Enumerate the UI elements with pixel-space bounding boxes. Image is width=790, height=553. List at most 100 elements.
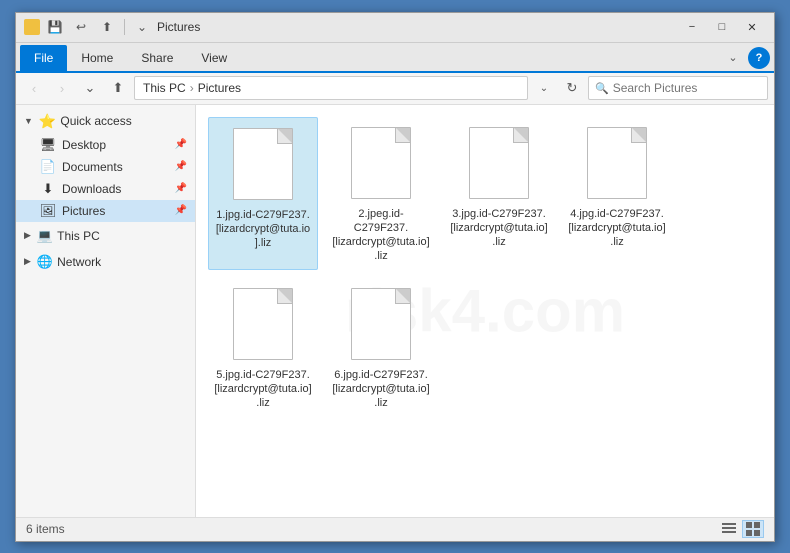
ribbon-chevron-btn[interactable]: ⌄ (722, 47, 744, 69)
file-item-3[interactable]: 3.jpg.id-C279F237.[lizardcrypt@tuta.io].… (444, 117, 554, 270)
help-button[interactable]: ? (748, 47, 770, 69)
file-page-1 (233, 128, 293, 200)
file-item-5[interactable]: 5.jpg.id-C279F237.[lizardcrypt@tuta.io].… (208, 278, 318, 417)
sidebar-section-thispc: ▶ 💻 This PC (16, 224, 195, 248)
title-bar-title: Pictures (157, 20, 200, 34)
file-icon-3 (464, 123, 534, 203)
search-icon: 🔍 (595, 82, 609, 95)
sidebar-item-downloads[interactable]: ⬇ Downloads 📌 (16, 178, 195, 200)
title-bar: 💾 ↩ ⬆ ⌄ Pictures − □ ✕ (16, 13, 774, 43)
file-label-5: 5.jpg.id-C279F237.[lizardcrypt@tuta.io].… (214, 368, 312, 411)
minimize-button[interactable]: − (678, 17, 706, 37)
tab-home[interactable]: Home (67, 45, 127, 71)
path-dropdown-btn[interactable]: ⌄ (532, 76, 556, 100)
sidebar-header-quick-access[interactable]: ▼ ⭐ Quick access (16, 109, 195, 134)
file-label-3: 3.jpg.id-C279F237.[lizardcrypt@tuta.io].… (450, 207, 548, 250)
sidebar-section-network: ▶ 🌐 Network (16, 250, 195, 274)
downloads-icon: ⬇ (40, 181, 56, 197)
file-icon-1 (228, 124, 298, 204)
chevron-right-icon-thispc: ▶ (24, 230, 31, 241)
file-page-6 (351, 288, 411, 360)
thispc-label: This PC (57, 229, 100, 243)
title-bar-left: 💾 ↩ ⬆ ⌄ Pictures (24, 16, 678, 38)
close-button[interactable]: ✕ (738, 17, 766, 37)
downloads-label: Downloads (62, 182, 121, 196)
file-page-4 (587, 127, 647, 199)
dropdown-history-button[interactable]: ⌄ (78, 76, 102, 100)
qa-undo-btn[interactable]: ↩ (70, 16, 92, 38)
file-page-3 (469, 127, 529, 199)
sidebar-item-desktop[interactable]: 🖥 Desktop 📌 (16, 134, 195, 156)
title-bar-controls: − □ ✕ (678, 17, 766, 37)
desktop-icon: 🖥 (40, 137, 56, 153)
qa-down-btn[interactable]: ⌄ (131, 16, 153, 38)
file-icon-2 (346, 123, 416, 203)
quick-access-label: Quick access (60, 114, 131, 128)
file-grid: 1.jpg.id-C279F237.[lizardcrypt@tuta.io].… (204, 113, 766, 421)
network-label: Network (57, 255, 101, 269)
forward-button[interactable]: › (50, 76, 74, 100)
sidebar-section-quick-access: ▼ ⭐ Quick access 🖥 Desktop 📌 📄 Documents… (16, 109, 195, 222)
sidebar-header-network[interactable]: ▶ 🌐 Network (16, 250, 195, 274)
file-item-2[interactable]: 2.jpeg.id-C279F237.[lizardcrypt@tuta.io]… (326, 117, 436, 270)
status-item-count: 6 items (26, 522, 718, 536)
path-thispc: This PC (143, 81, 186, 95)
path-sep-1: › (190, 81, 194, 95)
view-icons (718, 520, 764, 538)
view-list-button[interactable] (718, 520, 740, 538)
search-input[interactable] (613, 81, 768, 95)
refresh-button[interactable]: ↻ (560, 76, 584, 100)
window: 💾 ↩ ⬆ ⌄ Pictures − □ ✕ File Home Share V… (15, 12, 775, 542)
sidebar-item-pictures[interactable]: 🖼 Pictures 📌 (16, 200, 195, 222)
pin-icon-downloads: 📌 (175, 183, 187, 194)
title-bar-folder-icon (24, 19, 40, 35)
address-path[interactable]: This PC › Pictures (134, 76, 528, 100)
tab-share[interactable]: Share (127, 45, 187, 71)
tab-view[interactable]: View (187, 45, 241, 71)
file-label-1: 1.jpg.id-C279F237.[lizardcrypt@tuta.io].… (215, 208, 311, 251)
thispc-icon: 💻 (37, 228, 53, 244)
file-item-6[interactable]: 6.jpg.id-C279F237.[lizardcrypt@tuta.io].… (326, 278, 436, 417)
file-icon-6 (346, 284, 416, 364)
main-area: ▼ ⭐ Quick access 🖥 Desktop 📌 📄 Documents… (16, 105, 774, 517)
pictures-label: Pictures (62, 204, 105, 218)
file-label-2: 2.jpeg.id-C279F237.[lizardcrypt@tuta.io]… (332, 207, 430, 264)
qa-save-btn[interactable]: 💾 (44, 16, 66, 38)
sidebar-header-thispc[interactable]: ▶ 💻 This PC (16, 224, 195, 248)
sidebar: ▼ ⭐ Quick access 🖥 Desktop 📌 📄 Documents… (16, 105, 196, 517)
path-pictures: Pictures (198, 81, 241, 95)
ribbon-tabs: File Home Share View ⌄ ? (16, 43, 774, 73)
pin-icon-documents: 📌 (175, 161, 187, 172)
desktop-label: Desktop (62, 138, 106, 152)
file-label-6: 6.jpg.id-C279F237.[lizardcrypt@tuta.io].… (332, 368, 430, 411)
documents-label: Documents (62, 160, 123, 174)
quick-access-star-icon: ⭐ (39, 113, 56, 130)
network-icon: 🌐 (37, 254, 53, 270)
file-item-4[interactable]: 4.jpg.id-C279F237.[lizardcrypt@tuta.io].… (562, 117, 672, 270)
tab-file[interactable]: File (20, 45, 67, 71)
search-box[interactable]: 🔍 (588, 76, 768, 100)
file-icon-5 (228, 284, 298, 364)
file-area: risk4.com 1.jpg.id-C279F237.[lizardcrypt… (196, 105, 774, 517)
view-grid-button[interactable] (742, 520, 764, 538)
pictures-icon: 🖼 (40, 203, 56, 219)
up-button[interactable]: ⬆ (106, 76, 130, 100)
chevron-right-icon-network: ▶ (24, 256, 31, 267)
pin-icon-desktop: 📌 (175, 139, 187, 150)
file-item-1[interactable]: 1.jpg.id-C279F237.[lizardcrypt@tuta.io].… (208, 117, 318, 270)
sidebar-item-documents[interactable]: 📄 Documents 📌 (16, 156, 195, 178)
chevron-down-icon: ▼ (24, 116, 33, 126)
file-page-2 (351, 127, 411, 199)
qa-separator (124, 19, 125, 35)
qa-up-btn[interactable]: ⬆ (96, 16, 118, 38)
file-label-4: 4.jpg.id-C279F237.[lizardcrypt@tuta.io].… (568, 207, 666, 250)
maximize-button[interactable]: □ (708, 17, 736, 37)
pin-icon-pictures: 📌 (175, 205, 187, 216)
file-icon-4 (582, 123, 652, 203)
documents-icon: 📄 (40, 159, 56, 175)
address-bar: ‹ › ⌄ ⬆ This PC › Pictures ⌄ ↻ 🔍 (16, 73, 774, 105)
status-bar: 6 items (16, 517, 774, 541)
ribbon-right: ⌄ ? (722, 47, 770, 71)
file-page-5 (233, 288, 293, 360)
back-button[interactable]: ‹ (22, 76, 46, 100)
